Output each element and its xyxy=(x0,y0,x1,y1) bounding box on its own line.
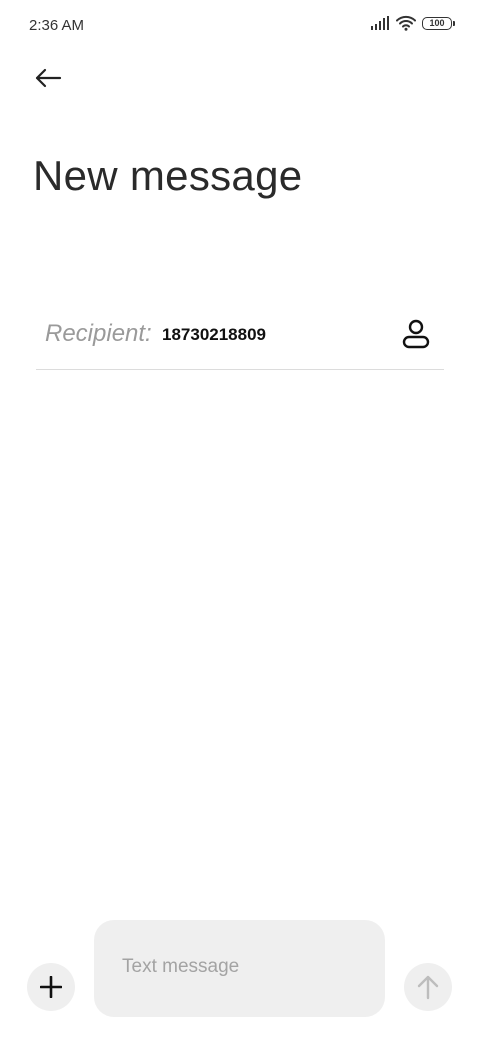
status-bar: 2:36 AM 100 xyxy=(0,0,480,50)
arrow-left-icon xyxy=(35,68,62,88)
person-icon xyxy=(402,319,430,349)
recipient-label: Recipient: xyxy=(45,320,152,347)
battery-level: 100 xyxy=(429,17,445,28)
recipient-value[interactable]: 18730218809 xyxy=(162,325,266,345)
message-box[interactable] xyxy=(94,920,385,1017)
back-button[interactable] xyxy=(26,58,70,98)
contact-picker-button[interactable] xyxy=(398,314,434,354)
recipient-field[interactable]: Recipient: 18730218809 xyxy=(36,300,444,370)
status-time: 2:36 AM xyxy=(29,17,85,34)
plus-icon xyxy=(40,976,62,998)
signal-icon xyxy=(371,16,389,30)
status-icons: 100 xyxy=(370,14,455,32)
attach-button[interactable] xyxy=(27,963,75,1011)
arrow-up-icon xyxy=(417,975,439,1000)
wifi-icon xyxy=(396,15,416,31)
page-title: New message xyxy=(33,152,303,199)
send-button[interactable] xyxy=(404,963,452,1011)
battery-icon: 100 xyxy=(422,16,455,30)
message-input[interactable] xyxy=(122,956,362,978)
